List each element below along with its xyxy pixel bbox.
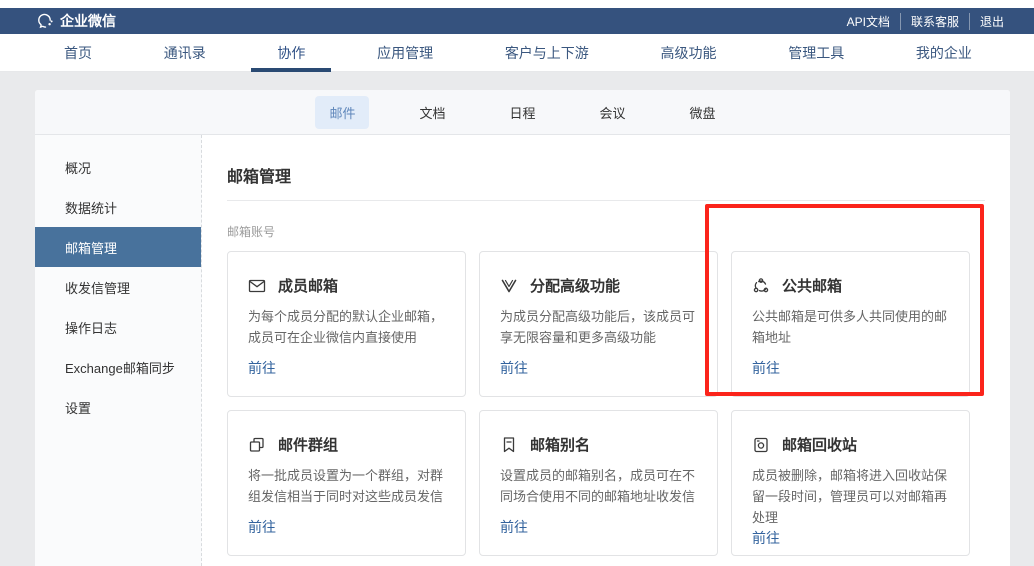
go-link-mailbox-recycle-bin[interactable]: 前往 [752, 528, 949, 548]
card-title: 邮箱回收站 [782, 434, 857, 455]
card-title: 分配高级功能 [530, 275, 620, 296]
share-nodes-icon [752, 277, 770, 295]
nav-item-advanced-features[interactable]: 高级功能 [657, 34, 721, 72]
nav-item-contacts[interactable]: 通讯录 [160, 34, 210, 72]
logout-link[interactable]: 退出 [969, 13, 1014, 30]
card-assign-advanced: 分配高级功能 为成员分配高级功能后，该成员可享无限容量和更多高级功能 前往 [479, 251, 718, 397]
sidebar-item-statistics[interactable]: 数据统计 [35, 187, 201, 227]
card-title: 公共邮箱 [782, 275, 842, 296]
card-description: 成员被删除，邮箱将进入回收站保留一段时间，管理员可以对邮箱再处理 [752, 466, 958, 528]
primary-nav: 首页 通讯录 协作 应用管理 客户与上下游 高级功能 管理工具 我的企业 [0, 34, 1034, 72]
card-description: 为每个成员分配的默认企业邮箱，成员可在企业微信内直接使用 [248, 307, 454, 349]
contact-support-link[interactable]: 联系客服 [900, 13, 969, 30]
mail-sidebar: 概况 数据统计 邮箱管理 收发信管理 操作日志 Exchange邮箱同步 设置 [35, 135, 202, 566]
sidebar-item-exchange-sync[interactable]: Exchange邮箱同步 [35, 347, 201, 387]
card-description: 为成员分配高级功能后，该成员可享无限容量和更多高级功能 [500, 307, 706, 349]
card-description: 公共邮箱是可供多人共同使用的邮箱地址 [752, 307, 958, 349]
v-badge-icon [500, 277, 518, 295]
card-mail-group: 邮件群组 将一批成员设置为一个群组，对群组发信相当于同时对这些成员发信 前往 [227, 410, 466, 556]
page-background: 邮件 文档 日程 会议 微盘 概况 数据统计 邮箱管理 收发信管理 操作日志 E… [0, 72, 1034, 566]
recycle-bin-icon [752, 436, 770, 454]
go-link-assign-advanced[interactable]: 前往 [500, 358, 697, 378]
nav-item-collaboration[interactable]: 协作 [273, 34, 309, 72]
tab-mail[interactable]: 邮件 [315, 96, 369, 129]
envelope-icon [248, 277, 266, 295]
tab-calendar[interactable]: 日程 [495, 96, 549, 129]
card-description: 设置成员的邮箱别名，成员可在不同场合使用不同的邮箱地址收发信 [500, 466, 706, 508]
card-member-mailbox: 成员邮箱 为每个成员分配的默认企业邮箱，成员可在企业微信内直接使用 前往 [227, 251, 466, 397]
card-title: 邮箱别名 [530, 434, 590, 455]
card-title: 邮件群组 [278, 434, 338, 455]
sidebar-item-operation-log[interactable]: 操作日志 [35, 307, 201, 347]
go-link-mailbox-alias[interactable]: 前往 [500, 517, 697, 537]
content-panel: 邮件 文档 日程 会议 微盘 概况 数据统计 邮箱管理 收发信管理 操作日志 E… [35, 90, 1010, 566]
subtab-bar: 邮件 文档 日程 会议 微盘 [35, 90, 1010, 135]
card-mailbox-alias: 邮箱别名 设置成员的邮箱别名，成员可在不同场合使用不同的邮箱地址收发信 前往 [479, 410, 718, 556]
tab-meeting[interactable]: 会议 [586, 96, 640, 129]
bookmark-icon [500, 436, 518, 454]
sidebar-item-overview[interactable]: 概况 [35, 147, 201, 187]
topbar-links: API文档 联系客服 退出 [837, 13, 1014, 30]
card-description: 将一批成员设置为一个群组，对群组发信相当于同时对这些成员发信 [248, 466, 454, 508]
card-mailbox-recycle-bin: 邮箱回收站 成员被删除，邮箱将进入回收站保留一段时间，管理员可以对邮箱再处理 前… [731, 410, 970, 556]
nav-item-customers[interactable]: 客户与上下游 [501, 34, 593, 72]
go-link-public-mailbox[interactable]: 前往 [752, 358, 949, 378]
tab-docs[interactable]: 文档 [405, 96, 459, 129]
card-public-mailbox: 公共邮箱 公共邮箱是可供多人共同使用的邮箱地址 前往 [731, 251, 970, 397]
page-title: 邮箱管理 [227, 163, 985, 187]
go-link-mail-group[interactable]: 前往 [248, 517, 445, 537]
nav-item-my-company[interactable]: 我的企业 [912, 34, 976, 72]
main-content: 邮箱管理 邮箱账号 成员邮箱 为每个成员分 [202, 135, 1010, 566]
title-divider [227, 200, 985, 201]
logo-text: 企业微信 [60, 11, 116, 31]
sidebar-item-mailbox-management[interactable]: 邮箱管理 [35, 227, 201, 267]
nav-item-app-management[interactable]: 应用管理 [373, 34, 437, 72]
tab-drive[interactable]: 微盘 [676, 96, 730, 129]
nav-item-home[interactable]: 首页 [60, 34, 96, 72]
chat-bubble-icon [36, 12, 54, 30]
go-link-member-mailbox[interactable]: 前往 [248, 358, 445, 378]
mail-group-icon [248, 436, 266, 454]
section-label-mail-accounts: 邮箱账号 [227, 223, 985, 240]
sidebar-item-send-receive[interactable]: 收发信管理 [35, 267, 201, 307]
sidebar-item-settings[interactable]: 设置 [35, 387, 201, 427]
card-title: 成员邮箱 [278, 275, 338, 296]
top-bar: 企业微信 API文档 联系客服 退出 [0, 8, 1034, 34]
wecom-admin-screen: 企业微信 API文档 联系客服 退出 首页 通讯录 协作 应用管理 客户与上下游… [0, 0, 1034, 566]
nav-item-admin-tools[interactable]: 管理工具 [784, 34, 848, 72]
card-grid: 成员邮箱 为每个成员分配的默认企业邮箱，成员可在企业微信内直接使用 前往 [227, 251, 985, 566]
api-docs-link[interactable]: API文档 [837, 13, 900, 30]
wecom-logo[interactable]: 企业微信 [36, 11, 116, 31]
